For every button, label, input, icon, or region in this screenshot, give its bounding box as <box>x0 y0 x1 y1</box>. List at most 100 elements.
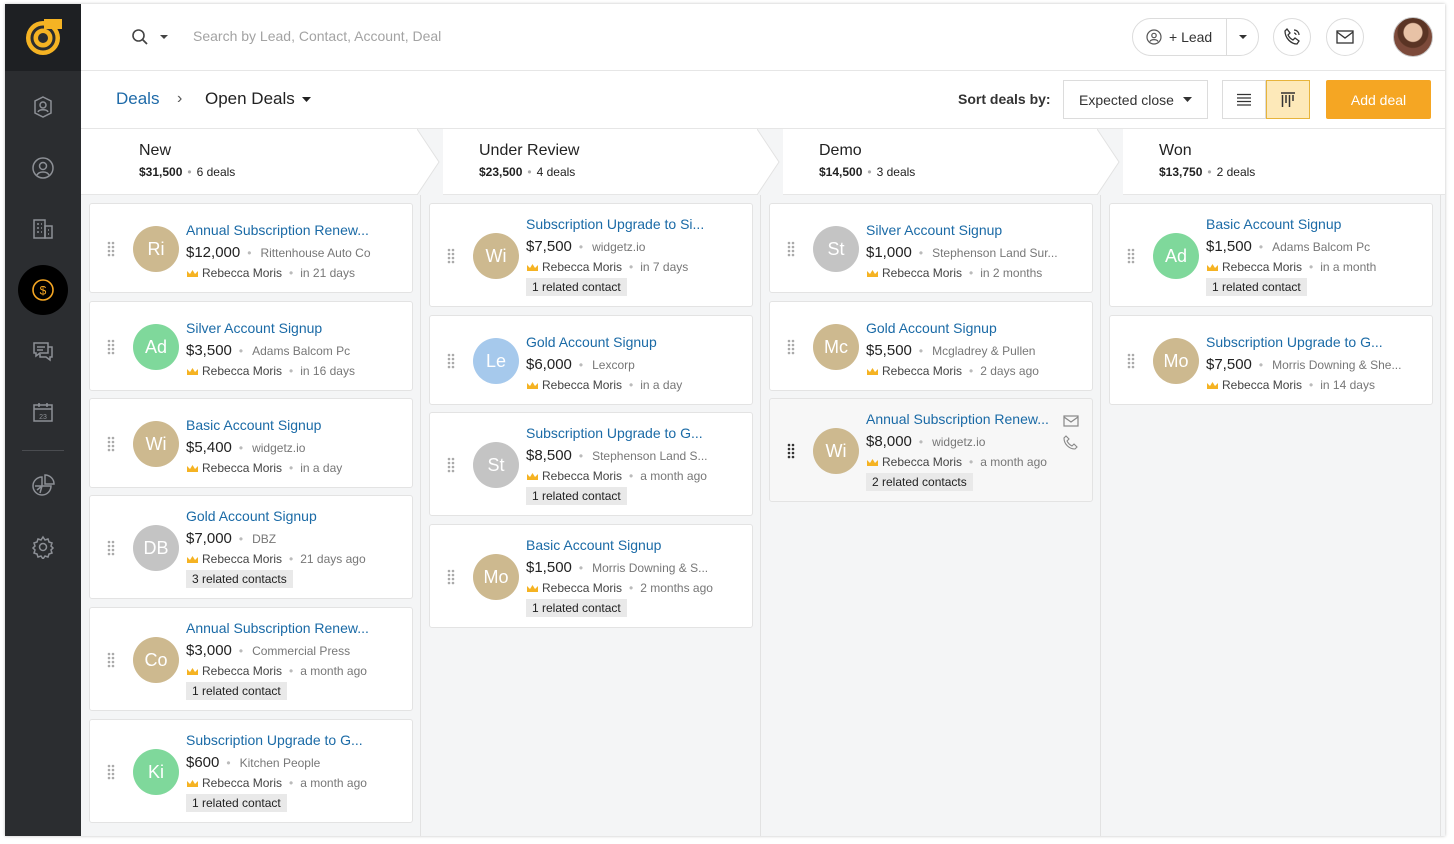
related-contacts-badge[interactable]: 1 related contact <box>1206 278 1307 296</box>
messages-nav-icon[interactable] <box>18 326 68 376</box>
drag-handle-icon[interactable] <box>787 241 795 257</box>
reports-nav-icon[interactable] <box>18 461 68 511</box>
related-contacts-badge[interactable]: 1 related contact <box>526 278 627 296</box>
deal-value-line: $1,000 • Stephenson Land Sur... <box>866 244 1058 261</box>
list-view-toggle[interactable] <box>1222 80 1266 119</box>
deal-expected-close: in 14 days <box>1320 378 1375 392</box>
deal-card[interactable]: St Subscription Upgrade to G... $8,500 • Ste… <box>429 412 753 516</box>
leads-nav-icon[interactable] <box>18 82 68 132</box>
drag-handle-icon[interactable] <box>107 540 115 556</box>
deal-card[interactable]: Wi Subscription Upgrade to Si... $7,500 • wi… <box>429 203 753 307</box>
sort-label: Sort deals by: <box>958 91 1051 107</box>
deal-title-link[interactable]: Subscription Upgrade to Si... <box>526 216 704 232</box>
deal-title-link[interactable]: Subscription Upgrade to G... <box>186 732 363 748</box>
deal-owner-line: Rebecca Moris • in 16 days <box>186 364 355 378</box>
stage-header-under-review[interactable]: Under Review $23,500 • 4 deals <box>421 129 761 195</box>
related-contacts-badge[interactable]: 1 related contact <box>186 794 287 812</box>
deal-card[interactable]: Mc Gold Account Signup $5,500 • Mcgladrey & … <box>769 301 1093 391</box>
settings-nav-icon[interactable] <box>18 522 68 572</box>
phone-icon[interactable] <box>1062 435 1080 451</box>
chevron-down-icon <box>1182 97 1192 102</box>
deal-title-link[interactable]: Silver Account Signup <box>186 320 322 336</box>
add-lead-button-group: + Lead <box>1132 18 1259 56</box>
drag-handle-icon[interactable] <box>107 652 115 668</box>
calendar-nav-icon[interactable]: 23 <box>18 387 68 437</box>
related-contacts-badge[interactable]: 2 related contacts <box>866 473 973 491</box>
deal-title-link[interactable]: Gold Account Signup <box>186 508 317 524</box>
deal-expected-close: in 7 days <box>640 260 689 274</box>
add-lead-button[interactable]: + Lead <box>1133 19 1227 55</box>
owner-crown-icon <box>867 367 878 375</box>
related-contacts-badge[interactable]: 1 related contact <box>526 599 627 617</box>
app-logo[interactable] <box>5 4 81 71</box>
search-scope-selector[interactable] <box>131 28 170 46</box>
related-contacts-badge[interactable]: 1 related contact <box>186 682 287 700</box>
deal-owner-line: Rebecca Moris • in a day <box>526 378 682 392</box>
deals-nav-icon[interactable]: $ <box>18 265 68 315</box>
deal-card[interactable]: DB Gold Account Signup $7,000 • DBZ Rebecca M… <box>89 495 413 599</box>
drag-handle-icon[interactable] <box>1127 248 1135 264</box>
deal-title-link[interactable]: Annual Subscription Renew... <box>186 620 369 636</box>
deal-card[interactable]: Ad Basic Account Signup $1,500 • Adams Balco… <box>1109 203 1433 307</box>
user-avatar[interactable] <box>1393 17 1433 57</box>
drag-handle-icon[interactable] <box>447 248 455 264</box>
stage-header-new[interactable]: New $31,500 • 6 deals <box>81 129 421 195</box>
breadcrumb-deals-link[interactable]: Deals <box>116 89 159 109</box>
deal-title-link[interactable]: Subscription Upgrade to G... <box>1206 334 1383 350</box>
deal-title-link[interactable]: Silver Account Signup <box>866 222 1002 238</box>
owner-crown-icon <box>527 584 538 592</box>
deal-title-link[interactable]: Basic Account Signup <box>186 417 321 433</box>
deal-card[interactable]: Mo Basic Account Signup $1,500 • Morris Down… <box>429 524 753 628</box>
deal-card[interactable]: Mo Subscription Upgrade to G... $7,500 • Mor… <box>1109 315 1433 405</box>
deal-expected-close: in 2 months <box>980 266 1043 280</box>
drag-handle-icon[interactable] <box>107 339 115 355</box>
deal-title-link[interactable]: Gold Account Signup <box>526 334 657 350</box>
drag-handle-icon[interactable] <box>787 339 795 355</box>
sort-select[interactable]: Expected close <box>1063 80 1208 119</box>
accounts-nav-icon[interactable] <box>18 204 68 254</box>
stage-header-won[interactable]: Won $13,750 • 2 deals <box>1101 129 1441 195</box>
related-contacts-badge[interactable]: 1 related contact <box>526 487 627 505</box>
phone-button[interactable] <box>1273 18 1311 56</box>
board-view-toggle[interactable] <box>1266 80 1310 119</box>
deal-owner-line: Rebecca Moris • 21 days ago <box>186 552 366 566</box>
drag-handle-icon[interactable] <box>107 436 115 452</box>
drag-handle-icon[interactable] <box>447 353 455 369</box>
deal-value-line: $8,000 • widgetz.io <box>866 433 985 450</box>
deal-owner: Rebecca Moris <box>542 469 623 483</box>
deal-card[interactable]: Ki Subscription Upgrade to G... $600 • Kitch… <box>89 719 413 823</box>
drag-handle-icon[interactable] <box>447 457 455 473</box>
deal-card[interactable]: Le Gold Account Signup $6,000 • Lexcorp Rebec… <box>429 315 753 405</box>
mail-icon[interactable] <box>1062 413 1080 429</box>
drag-handle-icon[interactable] <box>107 764 115 780</box>
deal-card[interactable]: Ri Annual Subscription Renew... $12,000 • Ri… <box>89 203 413 293</box>
deal-title-link[interactable]: Basic Account Signup <box>1206 216 1341 232</box>
open-deals-dropdown[interactable]: Open Deals <box>205 89 312 109</box>
deal-title-link[interactable]: Annual Subscription Renew... <box>866 411 1049 427</box>
deal-card[interactable]: Co Annual Subscription Renew... $3,000 • Com… <box>89 607 413 711</box>
deal-card[interactable]: Ad Silver Account Signup $3,500 • Adams Balc… <box>89 301 413 391</box>
drag-handle-icon[interactable] <box>447 569 455 585</box>
contacts-nav-icon[interactable] <box>18 143 68 193</box>
deal-title-link[interactable]: Subscription Upgrade to G... <box>526 425 703 441</box>
add-lead-dropdown[interactable] <box>1227 33 1258 41</box>
deal-card[interactable]: Wi Annual Subscription Renew... $8,000 • wid… <box>769 398 1093 502</box>
deal-title-link[interactable]: Annual Subscription Renew... <box>186 222 369 238</box>
deal-company: Adams Balcom Pc <box>252 344 351 358</box>
drag-handle-icon[interactable] <box>787 443 795 459</box>
related-contacts-badge[interactable]: 3 related contacts <box>186 570 293 588</box>
deal-card[interactable]: St Silver Account Signup $1,000 • Stephenson… <box>769 203 1093 293</box>
deal-title-link[interactable]: Basic Account Signup <box>526 537 661 553</box>
deal-title-link[interactable]: Gold Account Signup <box>866 320 997 336</box>
separator-dot: • <box>629 469 634 483</box>
add-deal-button[interactable]: Add deal <box>1326 80 1431 119</box>
search-input[interactable] <box>193 28 593 44</box>
deal-company: Adams Balcom Pc <box>1272 240 1371 254</box>
stage-header-demo[interactable]: Demo $14,500 • 3 deals <box>761 129 1101 195</box>
contact-avatar: Mo <box>473 554 519 600</box>
email-button[interactable] <box>1326 18 1364 56</box>
deal-card[interactable]: Wi Basic Account Signup $5,400 • widgetz.io R… <box>89 398 413 488</box>
deal-expected-close: 21 days ago <box>300 552 366 566</box>
drag-handle-icon[interactable] <box>1127 353 1135 369</box>
drag-handle-icon[interactable] <box>107 241 115 257</box>
